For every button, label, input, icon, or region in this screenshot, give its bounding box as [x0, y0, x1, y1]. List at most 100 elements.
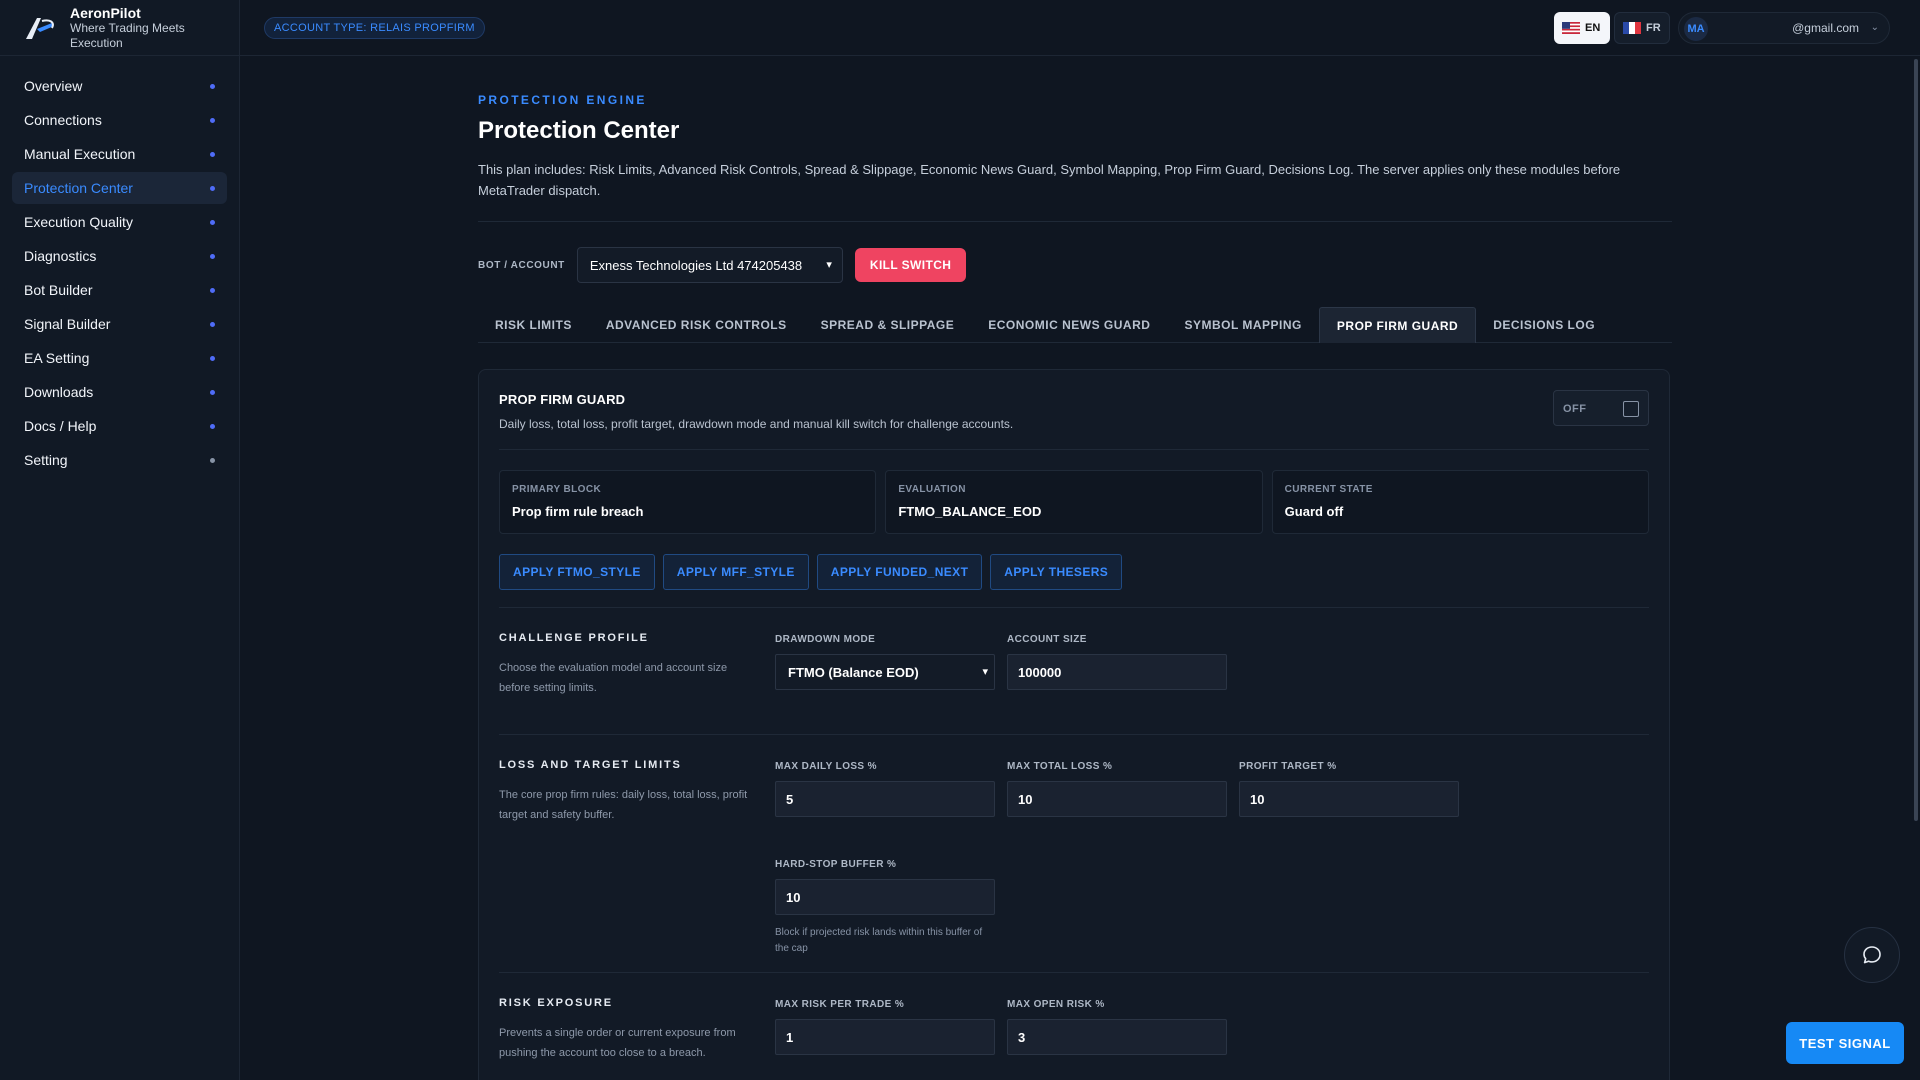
- hard-stop-buffer-field: HARD-STOP BUFFER % 10 Block if projected…: [775, 859, 995, 957]
- section-title: LOSS AND TARGET LIMITS: [499, 759, 682, 771]
- sidebar-nav: Overview Connections Manual Execution Pr…: [0, 56, 239, 476]
- chat-bubble-icon: [1863, 946, 1881, 964]
- apply-ftmo-style-button[interactable]: APPLY FTMO_STYLE: [499, 554, 655, 590]
- sidebar-item-label: Connections: [24, 112, 102, 128]
- preset-buttons: APPLY FTMO_STYLE APPLY MFF_STYLE APPLY F…: [499, 554, 1649, 590]
- apply-funded-next-button[interactable]: APPLY FUNDED_NEXT: [816, 554, 983, 590]
- risk-exposure-section: RISK EXPOSURE Prevents a single order or…: [499, 972, 1649, 1080]
- nav-dot-icon: [210, 390, 215, 395]
- stat-value: Guard off: [1284, 504, 1344, 519]
- max-risk-per-trade-input[interactable]: 1: [775, 1019, 995, 1055]
- max-risk-per-trade-field: MAX RISK PER TRADE % 1: [775, 999, 995, 1055]
- max-daily-loss-field: MAX DAILY LOSS % 5: [775, 761, 995, 817]
- loss-target-limits-section: LOSS AND TARGET LIMITS The core prop fir…: [499, 734, 1649, 972]
- sidebar-item-label: Docs / Help: [24, 418, 97, 434]
- sidebar-item-execution-quality[interactable]: Execution Quality: [12, 206, 227, 238]
- drawdown-mode-select[interactable]: FTMO (Balance EOD) ▾: [775, 654, 995, 690]
- sidebar-item-manual-execution[interactable]: Manual Execution: [12, 138, 227, 170]
- challenge-profile-section: CHALLENGE PROFILE Choose the evaluation …: [499, 607, 1649, 734]
- max-total-loss-input[interactable]: 10: [1007, 781, 1227, 817]
- nav-dot-icon: [210, 458, 215, 463]
- sidebar-item-label: Protection Center: [24, 180, 133, 196]
- section-info: CHALLENGE PROFILE Choose the evaluation …: [499, 632, 759, 698]
- account-size-input[interactable]: 100000: [1007, 654, 1227, 690]
- sidebar-item-diagnostics[interactable]: Diagnostics: [12, 240, 227, 272]
- section-title: RISK EXPOSURE: [499, 997, 613, 1009]
- chevron-down-icon: ⌄: [1870, 22, 1879, 33]
- profit-target-field: PROFIT TARGET % 10: [1239, 761, 1459, 817]
- apply-thesers-button[interactable]: APPLY THESERS: [990, 554, 1123, 590]
- sidebar-item-label: EA Setting: [24, 350, 90, 366]
- fr-flag-icon: [1623, 22, 1641, 34]
- profit-target-input[interactable]: 10: [1239, 781, 1459, 817]
- status-stats: PRIMARY BLOCK Prop firm rule breach EVAL…: [499, 470, 1649, 534]
- us-flag-icon: [1562, 22, 1580, 34]
- tab-spread-slippage[interactable]: SPREAD & SLIPPAGE: [804, 307, 972, 343]
- tab-risk-limits[interactable]: RISK LIMITS: [478, 307, 589, 343]
- chevron-down-icon: ▾: [826, 259, 832, 271]
- lang-fr-button[interactable]: FR: [1614, 12, 1670, 44]
- sidebar-item-overview[interactable]: Overview: [12, 70, 227, 102]
- checkbox-icon[interactable]: [1623, 401, 1639, 417]
- page-scrollbar[interactable]: [1912, 56, 1920, 1080]
- nav-dot-icon: [210, 254, 215, 259]
- page-eyebrow: PROTECTION ENGINE: [478, 93, 647, 107]
- tab-advanced-risk-controls[interactable]: ADVANCED RISK CONTROLS: [589, 307, 804, 343]
- stat-current-state: CURRENT STATE Guard off: [1271, 470, 1649, 534]
- divider: [478, 221, 1672, 222]
- section-info: RISK EXPOSURE Prevents a single order or…: [499, 997, 759, 1063]
- apply-mff-style-button[interactable]: APPLY MFF_STYLE: [662, 554, 809, 590]
- sidebar-item-signal-builder[interactable]: Signal Builder: [12, 308, 227, 340]
- sidebar-item-label: Bot Builder: [24, 282, 93, 298]
- sidebar-item-connections[interactable]: Connections: [12, 104, 227, 136]
- lang-fr-label: FR: [1646, 22, 1661, 34]
- sidebar-item-bot-builder[interactable]: Bot Builder: [12, 274, 227, 306]
- test-signal-button[interactable]: TEST SIGNAL: [1786, 1022, 1904, 1064]
- field-label: ACCOUNT SIZE: [1007, 634, 1087, 645]
- tab-symbol-mapping[interactable]: SYMBOL MAPPING: [1167, 307, 1318, 343]
- module-tabs: RISK LIMITS ADVANCED RISK CONTROLS SPREA…: [478, 307, 1672, 343]
- sidebar-item-downloads[interactable]: Downloads: [12, 376, 227, 408]
- sidebar-item-docs-help[interactable]: Docs / Help: [12, 410, 227, 442]
- chat-button[interactable]: [1844, 927, 1900, 983]
- guard-toggle[interactable]: OFF: [1553, 390, 1649, 426]
- chevron-down-icon: ▾: [982, 666, 988, 678]
- tab-economic-news-guard[interactable]: ECONOMIC NEWS GUARD: [971, 307, 1167, 343]
- drawdown-mode-field: DRAWDOWN MODE FTMO (Balance EOD) ▾: [775, 634, 995, 690]
- account-type-badge: ACCOUNT TYPE: RELAIS PROPFIRM: [264, 17, 485, 39]
- select-value: FTMO (Balance EOD): [788, 664, 919, 680]
- user-menu[interactable]: MA @gmail.com ⌄: [1678, 12, 1890, 44]
- nav-dot-icon: [210, 84, 215, 89]
- sidebar-item-label: Downloads: [24, 384, 94, 400]
- sidebar-item-label: Overview: [24, 78, 83, 94]
- scrollbar-thumb[interactable]: [1914, 59, 1918, 821]
- max-open-risk-input[interactable]: 3: [1007, 1019, 1227, 1055]
- sidebar-item-protection-center[interactable]: Protection Center: [12, 172, 227, 204]
- account-size-field: ACCOUNT SIZE 100000: [1007, 634, 1227, 690]
- field-label: PROFIT TARGET %: [1239, 761, 1337, 772]
- stat-key: EVALUATION: [898, 484, 966, 495]
- sidebar-item-setting[interactable]: Setting: [12, 444, 227, 476]
- section-description: Prevents a single order or current expos…: [499, 1027, 736, 1059]
- stat-key: PRIMARY BLOCK: [512, 484, 602, 495]
- max-daily-loss-input[interactable]: 5: [775, 781, 995, 817]
- hard-stop-buffer-input[interactable]: 10: [775, 879, 995, 915]
- account-select[interactable]: Exness Technologies Ltd 474205438 ▾: [576, 247, 843, 283]
- account-row: BOT / ACCOUNT Exness Technologies Ltd 47…: [478, 247, 1672, 283]
- account-label: BOT / ACCOUNT: [478, 259, 565, 271]
- nav-dot-icon: [210, 118, 215, 123]
- tab-decisions-log[interactable]: DECISIONS LOG: [1476, 307, 1612, 343]
- sidebar-item-ea-setting[interactable]: EA Setting: [12, 342, 227, 374]
- brand[interactable]: AeronPilot Where Trading Meets Execution: [0, 0, 239, 56]
- nav-dot-icon: [210, 424, 215, 429]
- field-label: MAX DAILY LOSS %: [775, 761, 877, 772]
- nav-dot-icon: [210, 186, 215, 191]
- account-select-value: Exness Technologies Ltd 474205438: [589, 257, 803, 273]
- kill-switch-button[interactable]: KILL SWITCH: [854, 248, 967, 282]
- sidebar: AeronPilot Where Trading Meets Execution…: [0, 0, 240, 1080]
- lang-en-button[interactable]: EN: [1554, 12, 1610, 44]
- field-label: MAX OPEN RISK %: [1007, 999, 1105, 1010]
- nav-dot-icon: [210, 152, 215, 157]
- section-description: Choose the evaluation model and account …: [499, 662, 728, 694]
- tab-prop-firm-guard[interactable]: PROP FIRM GUARD: [1318, 307, 1477, 343]
